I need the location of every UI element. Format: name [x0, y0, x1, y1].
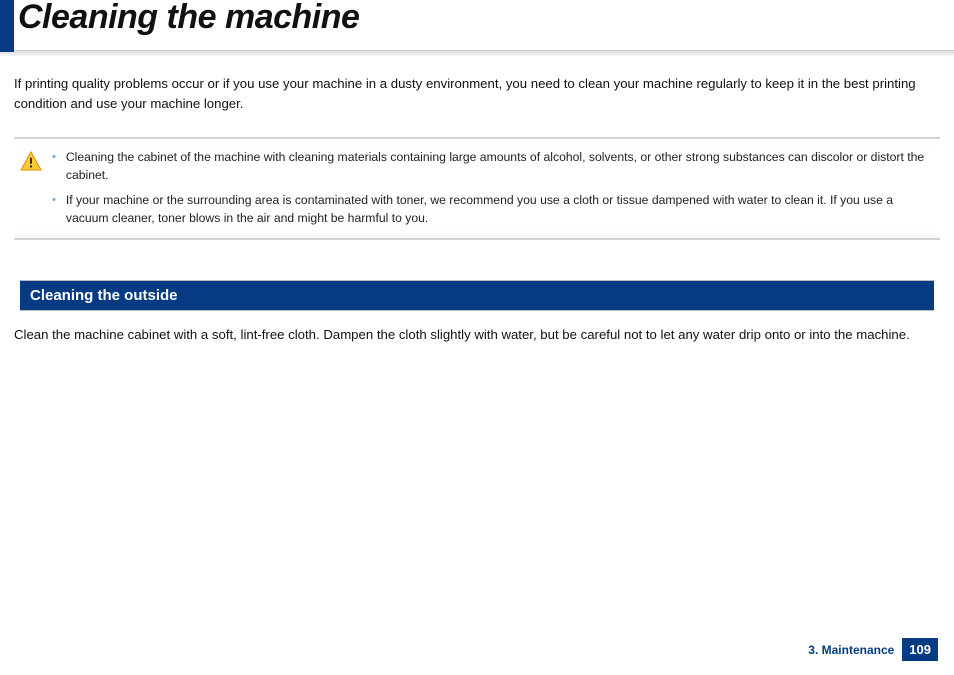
page-number: 109: [902, 638, 938, 661]
content-area: If printing quality problems occur or if…: [0, 56, 954, 344]
warning-box: • Cleaning the cabinet of the machine wi…: [14, 137, 940, 240]
warning-text: Cleaning the cabinet of the machine with…: [66, 149, 932, 184]
warning-text: If your machine or the surrounding area …: [66, 192, 932, 227]
warning-list: • Cleaning the cabinet of the machine wi…: [52, 149, 932, 228]
section-body: Clean the machine cabinet with a soft, l…: [14, 325, 940, 345]
section-heading: Cleaning the outside: [20, 280, 934, 311]
chapter-label: 3. Maintenance: [808, 643, 894, 657]
warning-icon: [20, 151, 42, 176]
page-footer: 3. Maintenance 109: [808, 638, 938, 661]
warning-item: • If your machine or the surrounding are…: [52, 192, 932, 227]
title-bar: Cleaning the machine: [0, 0, 954, 52]
intro-paragraph: If printing quality problems occur or if…: [14, 74, 940, 115]
section: Cleaning the outside: [14, 280, 940, 311]
bullet-icon: •: [52, 150, 56, 166]
page-title: Cleaning the machine: [14, 0, 359, 36]
warning-item: • Cleaning the cabinet of the machine wi…: [52, 149, 932, 184]
title-accent: [0, 0, 14, 52]
bullet-icon: •: [52, 193, 56, 209]
